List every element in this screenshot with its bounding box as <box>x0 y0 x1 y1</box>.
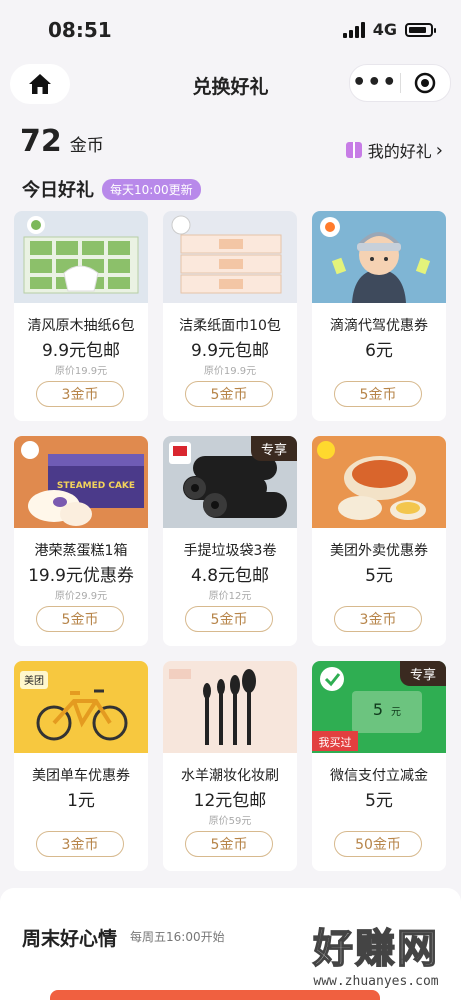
watermark-logo: 好赚网 <box>312 925 439 973</box>
product-image: 美团 <box>14 661 148 753</box>
coin-amount: 72 <box>20 124 62 159</box>
original-price: 原价12元 <box>208 591 252 602</box>
weekend-banner-edge <box>50 990 380 1000</box>
product-name: 手提垃圾袋3卷 <box>183 543 277 559</box>
product-name: 美团外卖优惠券 <box>330 543 428 559</box>
redeem-button[interactable]: 5金币 <box>185 606 273 632</box>
voucher-amount-text: 5 <box>373 700 383 719</box>
coin-unit: 金币 <box>69 136 104 156</box>
exclusive-tag: 专享 <box>399 661 446 686</box>
product-card[interactable]: 美团外卖优惠券 5元 3金币 <box>312 436 446 646</box>
product-image <box>312 211 446 303</box>
today-section-header: 今日好礼 每天10:00更新 <box>22 178 201 200</box>
target-icon <box>415 72 436 94</box>
product-card[interactable]: 滴滴代驾优惠券 6元 5金币 <box>312 211 446 421</box>
close-button[interactable] <box>401 72 451 94</box>
product-card[interactable]: 专享 手提垃圾袋3卷 4.8元包邮 原价12元 5金币 <box>163 436 297 646</box>
meituan-logo-text: 美团 <box>24 674 44 687</box>
product-card[interactable]: 水羊潮妆化妆刷 12元包邮 原价59元 5金币 <box>163 661 297 871</box>
product-price: 1元 <box>67 791 95 811</box>
product-price: 19.9元优惠券 <box>28 566 134 586</box>
redeem-button[interactable]: 3金币 <box>334 606 422 632</box>
gift-icon <box>345 142 362 158</box>
product-name: 滴滴代驾优惠券 <box>330 318 428 334</box>
cake-box-text: STEAMED CAKE <box>57 481 135 491</box>
bought-before-text: 我买过 <box>319 736 352 749</box>
product-image <box>14 211 148 303</box>
status-indicators: 4G <box>342 20 436 39</box>
product-name: 港荣蒸蛋糕1箱 <box>34 543 128 559</box>
product-price: 12元包邮 <box>193 791 267 811</box>
status-bar: 08:51 4G <box>0 0 461 60</box>
product-name: 洁柔纸面巾10包 <box>179 318 281 334</box>
signal-icon <box>342 21 365 38</box>
product-image <box>312 436 446 528</box>
redeem-button[interactable]: 3金币 <box>36 381 124 407</box>
weekend-title: 周末好心情 <box>22 928 118 950</box>
original-price: 原价19.9元 <box>203 366 257 377</box>
nav-bar: 兑换好礼 ••• <box>0 58 461 110</box>
product-image: STEAMED CAKE <box>14 436 148 528</box>
original-price: 原价59元 <box>208 816 252 827</box>
exclusive-tag: 专享 <box>250 436 297 461</box>
watermark-url: www.zhuanyes.com <box>313 974 439 989</box>
watermark: 好赚网 www.zhuanyes.com <box>312 916 439 989</box>
redeem-button[interactable]: 5金币 <box>36 606 124 632</box>
product-name: 美团单车优惠券 <box>32 768 130 784</box>
product-price: 5元 <box>365 566 393 586</box>
redeem-button[interactable]: 5金币 <box>185 831 273 857</box>
redeem-button[interactable]: 5金币 <box>334 381 422 407</box>
product-price: 5元 <box>365 791 393 811</box>
original-price: 原价19.9元 <box>54 366 108 377</box>
redeem-button[interactable]: 50金币 <box>334 831 422 857</box>
product-card[interactable]: 清风原木抽纸6包 9.9元包邮 原价19.9元 3金币 <box>14 211 148 421</box>
voucher-unit-text: 元 <box>391 707 401 718</box>
product-price: 9.9元包邮 <box>190 341 270 361</box>
update-badge: 每天10:00更新 <box>102 178 201 200</box>
product-card[interactable]: STEAMED CAKE 港荣蒸蛋糕1箱 19.9元优惠券 原价29.9元 5金… <box>14 436 148 646</box>
my-gifts-link[interactable]: 我的好礼 › <box>345 138 443 162</box>
product-price: 4.8元包邮 <box>190 566 270 586</box>
redeem-button[interactable]: 5金币 <box>185 381 273 407</box>
chevron-right-icon: › <box>435 139 443 161</box>
product-name: 清风原木抽纸6包 <box>27 318 135 334</box>
product-image <box>163 211 297 303</box>
weekend-subtitle: 每周五16:00开始 <box>130 930 225 944</box>
product-card[interactable]: 5 元 我买过 专享 微信支付立减金 5元 50金币 <box>312 661 446 871</box>
original-price: 原价29.9元 <box>54 591 108 602</box>
coin-balance: 72 金币 <box>20 124 104 159</box>
redeem-button[interactable]: 3金币 <box>36 831 124 857</box>
network-label: 4G <box>372 20 397 39</box>
product-price: 9.9元包邮 <box>41 341 121 361</box>
status-time: 08:51 <box>48 18 112 42</box>
product-card[interactable]: 美团 美团单车优惠券 1元 3金币 <box>14 661 148 871</box>
product-image <box>163 661 297 753</box>
product-card[interactable]: 洁柔纸面巾10包 9.9元包邮 原价19.9元 5金币 <box>163 211 297 421</box>
my-gifts-label: 我的好礼 <box>367 142 432 161</box>
section-title: 今日好礼 <box>22 180 94 200</box>
more-dots-icon[interactable]: ••• <box>350 65 400 101</box>
product-name: 水羊潮妆化妆刷 <box>181 768 279 784</box>
product-price: 6元 <box>365 341 393 361</box>
product-name: 微信支付立减金 <box>330 768 428 784</box>
battery-icon <box>405 22 436 37</box>
mini-program-capsule: ••• <box>349 64 451 102</box>
